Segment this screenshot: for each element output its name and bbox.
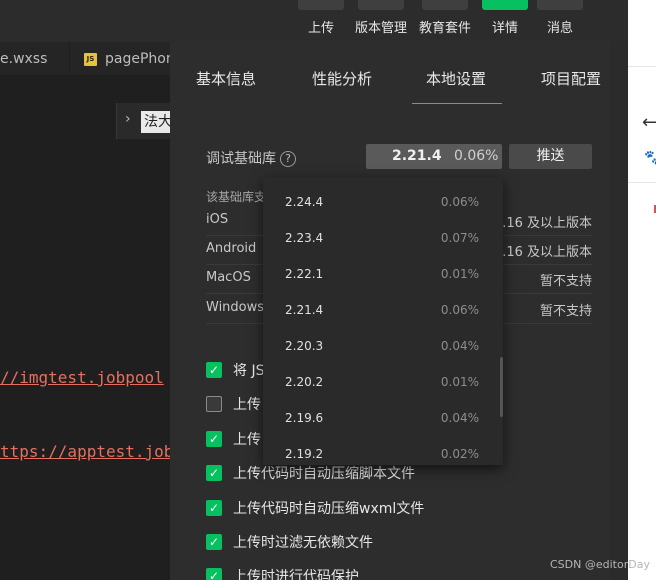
option-percent: 0.02% — [440, 447, 479, 461]
option-percent: 0.04% — [440, 339, 479, 353]
dropdown-option[interactable]: 2.20.2 0.01% — [263, 366, 503, 402]
browser-preview: ← 🐾 — [628, 0, 656, 580]
debug-library-label: 调试基础库? — [206, 148, 296, 168]
browser-header — [628, 0, 656, 66]
dropdown-scrollbar[interactable] — [500, 357, 503, 417]
option-percent: 0.01% — [440, 267, 479, 281]
option-label: 将 JS — [233, 363, 265, 379]
platform-name: MacOS — [206, 270, 251, 285]
version-dropdown[interactable]: 2.24.4 0.06% 2.23.4 0.07% 2.22.1 0.01% 2.21… — [263, 177, 503, 465]
option-percent: 0.01% — [440, 375, 479, 389]
upload-icon — [298, 0, 344, 10]
breadcrumb[interactable]: › 法大 — [116, 103, 177, 139]
baidu-logo-icon: 🐾 — [644, 150, 656, 166]
check-icon[interactable]: ✓ — [206, 465, 222, 481]
tab-wxss[interactable]: e.wxss — [0, 42, 70, 76]
tab-performance[interactable]: 性能分析 — [312, 68, 372, 89]
option-label: 上传时进行代码保护 — [233, 569, 359, 580]
dropdown-option[interactable]: 2.24.4 0.06% — [263, 186, 503, 222]
option-version: 2.24.4 — [285, 195, 324, 209]
active-tab-indicator — [412, 103, 502, 104]
details-icon — [482, 0, 528, 10]
panel-tabs: 基本信息 性能分析 本地设置 项目配置 — [170, 42, 610, 104]
platform-name: iOS — [206, 212, 229, 227]
tab-wxss-label: e.wxss — [0, 51, 48, 67]
dropdown-option[interactable]: 2.22.1 0.01% — [263, 258, 503, 294]
code-editor[interactable] — [0, 76, 170, 580]
js-file-icon: JS — [84, 52, 97, 66]
option-version: 2.20.2 — [285, 375, 324, 389]
dropdown-option[interactable]: 2.19.2 0.02% — [263, 438, 503, 465]
option-version: 2.22.1 — [285, 267, 324, 281]
option-percent: 0.04% — [440, 411, 479, 425]
option-version: 2.21.4 — [285, 303, 324, 317]
option-percent: 0.06% — [440, 303, 479, 317]
panel-scrollbar[interactable] — [610, 42, 628, 580]
watermark: CSDN @editorDay — [550, 558, 650, 571]
tab-basic-info[interactable]: 基本信息 — [196, 68, 256, 89]
divider — [628, 66, 656, 67]
selected-version: 2.21.4 — [392, 148, 442, 164]
check-icon[interactable]: ✓ — [206, 568, 222, 580]
back-arrow-icon[interactable]: ← — [642, 112, 656, 133]
dropdown-option[interactable]: 2.20.3 0.04% — [263, 330, 503, 366]
option-label: 上传 — [233, 432, 261, 448]
option-label: 上传 — [233, 397, 261, 413]
help-icon[interactable]: ? — [280, 151, 296, 167]
education-icon — [422, 0, 468, 10]
platform-name: Windows — [206, 300, 265, 315]
option-version: 2.20.3 — [285, 339, 324, 353]
platform-support: 0.16 及以上版本 — [493, 216, 592, 231]
selected-percent: 0.06% — [454, 148, 499, 164]
option-label: 上传时过滤无依赖文件 — [233, 535, 373, 551]
tab-local-settings[interactable]: 本地设置 — [426, 68, 486, 89]
check-icon[interactable]: ✓ — [206, 431, 222, 447]
platform-support: 暂不支持 — [539, 304, 592, 319]
library-version-select[interactable]: 2.21.4 0.06% — [366, 144, 502, 169]
option-percent: 0.06% — [440, 195, 479, 209]
check-icon[interactable]: ✓ — [206, 500, 222, 516]
library-support-note: 该基础库支 — [206, 190, 267, 204]
bell-icon — [537, 0, 583, 10]
dropdown-option[interactable]: 2.21.4 0.06% — [263, 294, 503, 330]
push-button[interactable]: 推送 — [509, 144, 592, 169]
unchecked-box-icon[interactable] — [206, 396, 222, 412]
platform-name: Android — [206, 241, 257, 256]
editor-tabbar: e.wxss JS pagePhon — [0, 42, 175, 76]
debug-library-text: 调试基础库 — [206, 151, 276, 167]
code-url-line[interactable]: ttps://apptest.job — [0, 442, 173, 461]
check-icon[interactable]: ✓ — [206, 534, 222, 550]
dropdown-option[interactable]: 2.19.6 0.04% — [263, 402, 503, 438]
option-version: 2.19.2 — [285, 447, 324, 461]
tab-project-config[interactable]: 项目配置 — [541, 68, 601, 89]
dropdown-option[interactable]: 2.23.4 0.07% — [263, 222, 503, 258]
tab-pagephone-label: pagePhon — [105, 51, 175, 67]
option-label: 上传代码时自动压缩脚本文件 — [233, 466, 415, 482]
option-version: 2.19.6 — [285, 411, 324, 425]
code-url-line[interactable]: //imgtest.jobpool — [0, 368, 164, 387]
messages-button[interactable]: 消息 — [537, 0, 583, 42]
version-management-button[interactable]: 版本管理 — [355, 0, 407, 42]
option-percent: 0.07% — [440, 231, 479, 245]
divider — [628, 182, 656, 183]
option-label: 上传代码时自动压缩wxml文件 — [233, 501, 425, 517]
chevron-right-icon: › — [125, 111, 131, 127]
check-icon[interactable]: ✓ — [206, 362, 222, 378]
option-version: 2.23.4 — [285, 231, 324, 245]
top-toolbar: 上传 版本管理 教育套件 详情 消息 — [0, 0, 628, 42]
messages-label: 消息 — [546, 21, 573, 36]
branch-icon — [358, 0, 404, 10]
platform-support: 暂不支持 — [539, 274, 592, 289]
platform-support: 0.16 及以上版本 — [493, 245, 592, 260]
